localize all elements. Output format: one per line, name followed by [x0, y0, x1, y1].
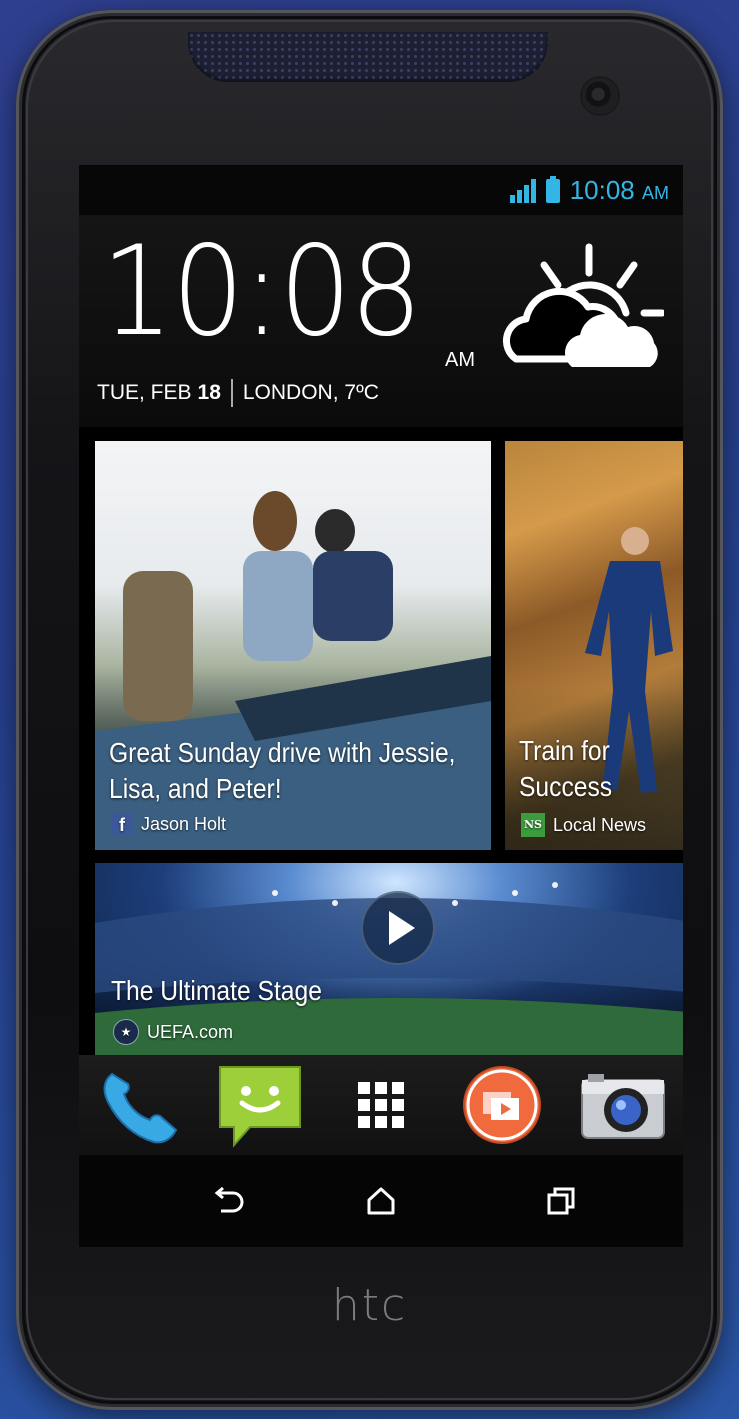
signal-icon: [509, 179, 536, 203]
date-day: 18: [197, 381, 221, 404]
partly-cloudy-icon: [503, 243, 664, 367]
all-apps-button[interactable]: [337, 1061, 425, 1149]
feed-tile-news-post[interactable]: Train for Success NS Local News: [505, 441, 683, 850]
video-caption: The Ultimate Stage: [111, 975, 322, 1006]
post-author: Jason Holt: [141, 813, 227, 834]
feed-tile-friends-post[interactable]: Great Sunday drive with Jessie, Lisa, an…: [95, 441, 491, 850]
earpiece-speaker: [188, 32, 548, 82]
home-button[interactable]: [351, 1173, 411, 1229]
zoe-icon: [462, 1066, 541, 1144]
htc-logo: htc: [331, 1280, 408, 1331]
facebook-icon: f: [111, 813, 133, 835]
clock-date: TUE, FEB 18 LONDON, 7ºC: [97, 379, 379, 407]
play-video-button[interactable]: [361, 891, 435, 965]
front-camera: [582, 78, 618, 114]
post-publisher: UEFA.com: [147, 1021, 234, 1042]
clock-ampm: AM: [445, 349, 475, 371]
messages-icon: [219, 1066, 302, 1148]
clock-weather-widget[interactable]: 10:08 AM TUE, FEB 18 LONDON, 7ºC: [79, 215, 683, 427]
location-temperature: LONDON, 7ºC: [242, 381, 379, 404]
app-dock: [79, 1055, 683, 1155]
divider: [230, 379, 233, 407]
app-grid-icon: [357, 1082, 404, 1128]
camera-app-button[interactable]: [579, 1061, 667, 1149]
uefa-icon: ★: [113, 1019, 139, 1045]
post-caption-line2: Lisa, and Peter!: [109, 773, 282, 804]
zoe-app-button[interactable]: [458, 1061, 546, 1149]
phone-device: 10:08 AM 10:08 AM TUE, FEB 18 LONDON, 7ºC: [16, 10, 723, 1410]
post-caption-line1: Train for: [519, 735, 610, 766]
post-publisher: Local News: [553, 814, 647, 835]
status-time: 10:08 AM: [569, 174, 669, 205]
status-bar: 10:08 AM: [79, 165, 683, 215]
home-screen: 10:08 AM 10:08 AM TUE, FEB 18 LONDON, 7ºC: [79, 165, 683, 1247]
recent-apps-button[interactable]: [531, 1173, 591, 1229]
clock-time: 10:08: [101, 220, 422, 364]
phone-icon: [103, 1072, 178, 1144]
navigation-bar: [79, 1155, 683, 1247]
camera-icon: [580, 1074, 665, 1139]
messages-app-button[interactable]: [216, 1061, 304, 1149]
battery-icon: [545, 176, 560, 203]
recent-apps-icon: [547, 1187, 575, 1215]
post-caption-line2: Success: [519, 771, 613, 802]
post-source: NS Local News: [521, 813, 646, 837]
post-source: f Jason Holt: [111, 813, 226, 835]
news-icon: NS: [521, 813, 545, 837]
feed-tile-video-post[interactable]: The Ultimate Stage ★ UEFA.com: [95, 863, 683, 1055]
post-caption-line1: Great Sunday drive with Jessie,: [109, 737, 456, 768]
date-label: TUE, FEB: [97, 381, 192, 404]
back-button[interactable]: [199, 1173, 259, 1229]
back-icon: [214, 1187, 244, 1213]
phone-app-button[interactable]: [95, 1061, 183, 1149]
home-icon: [367, 1187, 395, 1215]
post-source: ★ UEFA.com: [113, 1019, 233, 1045]
